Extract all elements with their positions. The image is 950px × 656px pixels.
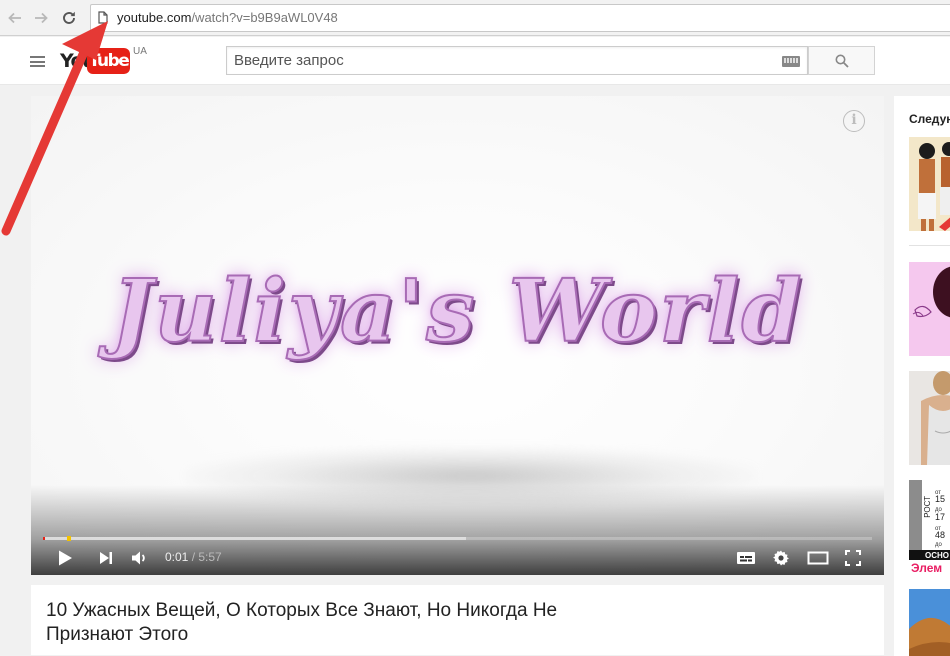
volume-button[interactable] <box>131 546 149 570</box>
hamburger-menu-icon[interactable] <box>30 56 45 67</box>
address-bar[interactable]: youtube.com/watch?v=b9B9aWL0V48 <box>90 4 950 32</box>
settings-button[interactable] <box>772 546 790 570</box>
reload-button[interactable] <box>58 7 80 29</box>
info-icon[interactable]: i <box>843 110 865 132</box>
search-box <box>226 46 808 75</box>
thumb4-label-9: Элем <box>911 561 942 574</box>
arrow-left-icon <box>8 12 21 24</box>
thumb4-label-4: 17 <box>935 512 945 522</box>
play-button[interactable] <box>57 546 73 570</box>
theater-mode-icon <box>807 551 829 565</box>
thumb4-label-rost: РОСТ <box>923 496 932 518</box>
search-input[interactable] <box>227 47 767 74</box>
duration: 5:57 <box>198 550 222 564</box>
progress-bar[interactable] <box>43 536 872 541</box>
sidebar-thumbnail-4[interactable]: РОСТ от 15 до 17 от 48 до ОСНО Элем <box>909 480 950 574</box>
sidebar-thumbnail-1[interactable] <box>909 137 950 231</box>
sidebar-thumbnail-2[interactable] <box>909 262 950 356</box>
logo-region-label: UA <box>133 46 147 57</box>
video-info-card: 10 Ужасных Вещей, О Которых Все Знают, Н… <box>31 585 884 655</box>
volume-icon <box>132 551 145 565</box>
time-display: 0:01 / 5:57 <box>165 550 222 564</box>
logo-tube-text: Tube <box>87 48 130 74</box>
thumb4-label-8: ОСНО <box>925 551 949 560</box>
video-art-text: Juliya's World <box>111 260 804 363</box>
keyboard-icon[interactable] <box>782 56 800 67</box>
up-next-sidebar: Следую <box>894 96 950 656</box>
progress-loaded <box>43 537 466 540</box>
controls-gradient <box>31 485 884 575</box>
url-host: youtube.com <box>117 10 192 25</box>
youtube-header: You Tube UA <box>0 37 950 85</box>
page-icon <box>98 11 108 24</box>
fullscreen-button[interactable] <box>845 546 861 570</box>
thumb4-label-2: 15 <box>935 494 945 504</box>
ad-marker <box>67 536 71 541</box>
video-player[interactable]: Juliya's World i 0:01 / 5:57 <box>31 96 884 575</box>
url-path: /watch?v=b9B9aWL0V48 <box>191 10 338 25</box>
reload-icon <box>63 11 75 24</box>
back-button[interactable] <box>4 7 26 29</box>
time-separator: / <box>188 550 199 564</box>
search-button[interactable] <box>808 46 875 75</box>
browser-toolbar: youtube.com/watch?v=b9B9aWL0V48 <box>0 0 950 36</box>
thumb4-label-6: 48 <box>935 530 945 540</box>
sidebar-thumbnail-3[interactable] <box>909 371 950 465</box>
fullscreen-icon <box>845 550 861 566</box>
up-next-heading: Следую <box>909 112 950 126</box>
subtitles-icon <box>737 552 755 564</box>
next-button[interactable] <box>98 546 114 570</box>
next-icon <box>100 552 112 564</box>
video-title: 10 Ужасных Вещей, О Которых Все Знают, Н… <box>46 600 558 645</box>
sidebar-separator <box>909 245 950 246</box>
subtitles-button[interactable] <box>736 546 756 570</box>
youtube-logo[interactable]: You Tube <box>60 48 135 74</box>
theater-mode-button[interactable] <box>807 546 829 570</box>
current-time: 0:01 <box>165 550 189 564</box>
play-icon <box>59 550 72 566</box>
magnifier-icon <box>835 54 849 68</box>
forward-button[interactable] <box>30 7 52 29</box>
progress-played <box>43 537 46 540</box>
thumb4-label-7: до <box>935 542 943 548</box>
gear-icon <box>773 550 789 566</box>
sidebar-thumbnail-5[interactable] <box>909 589 950 656</box>
arrow-right-icon <box>35 12 48 24</box>
